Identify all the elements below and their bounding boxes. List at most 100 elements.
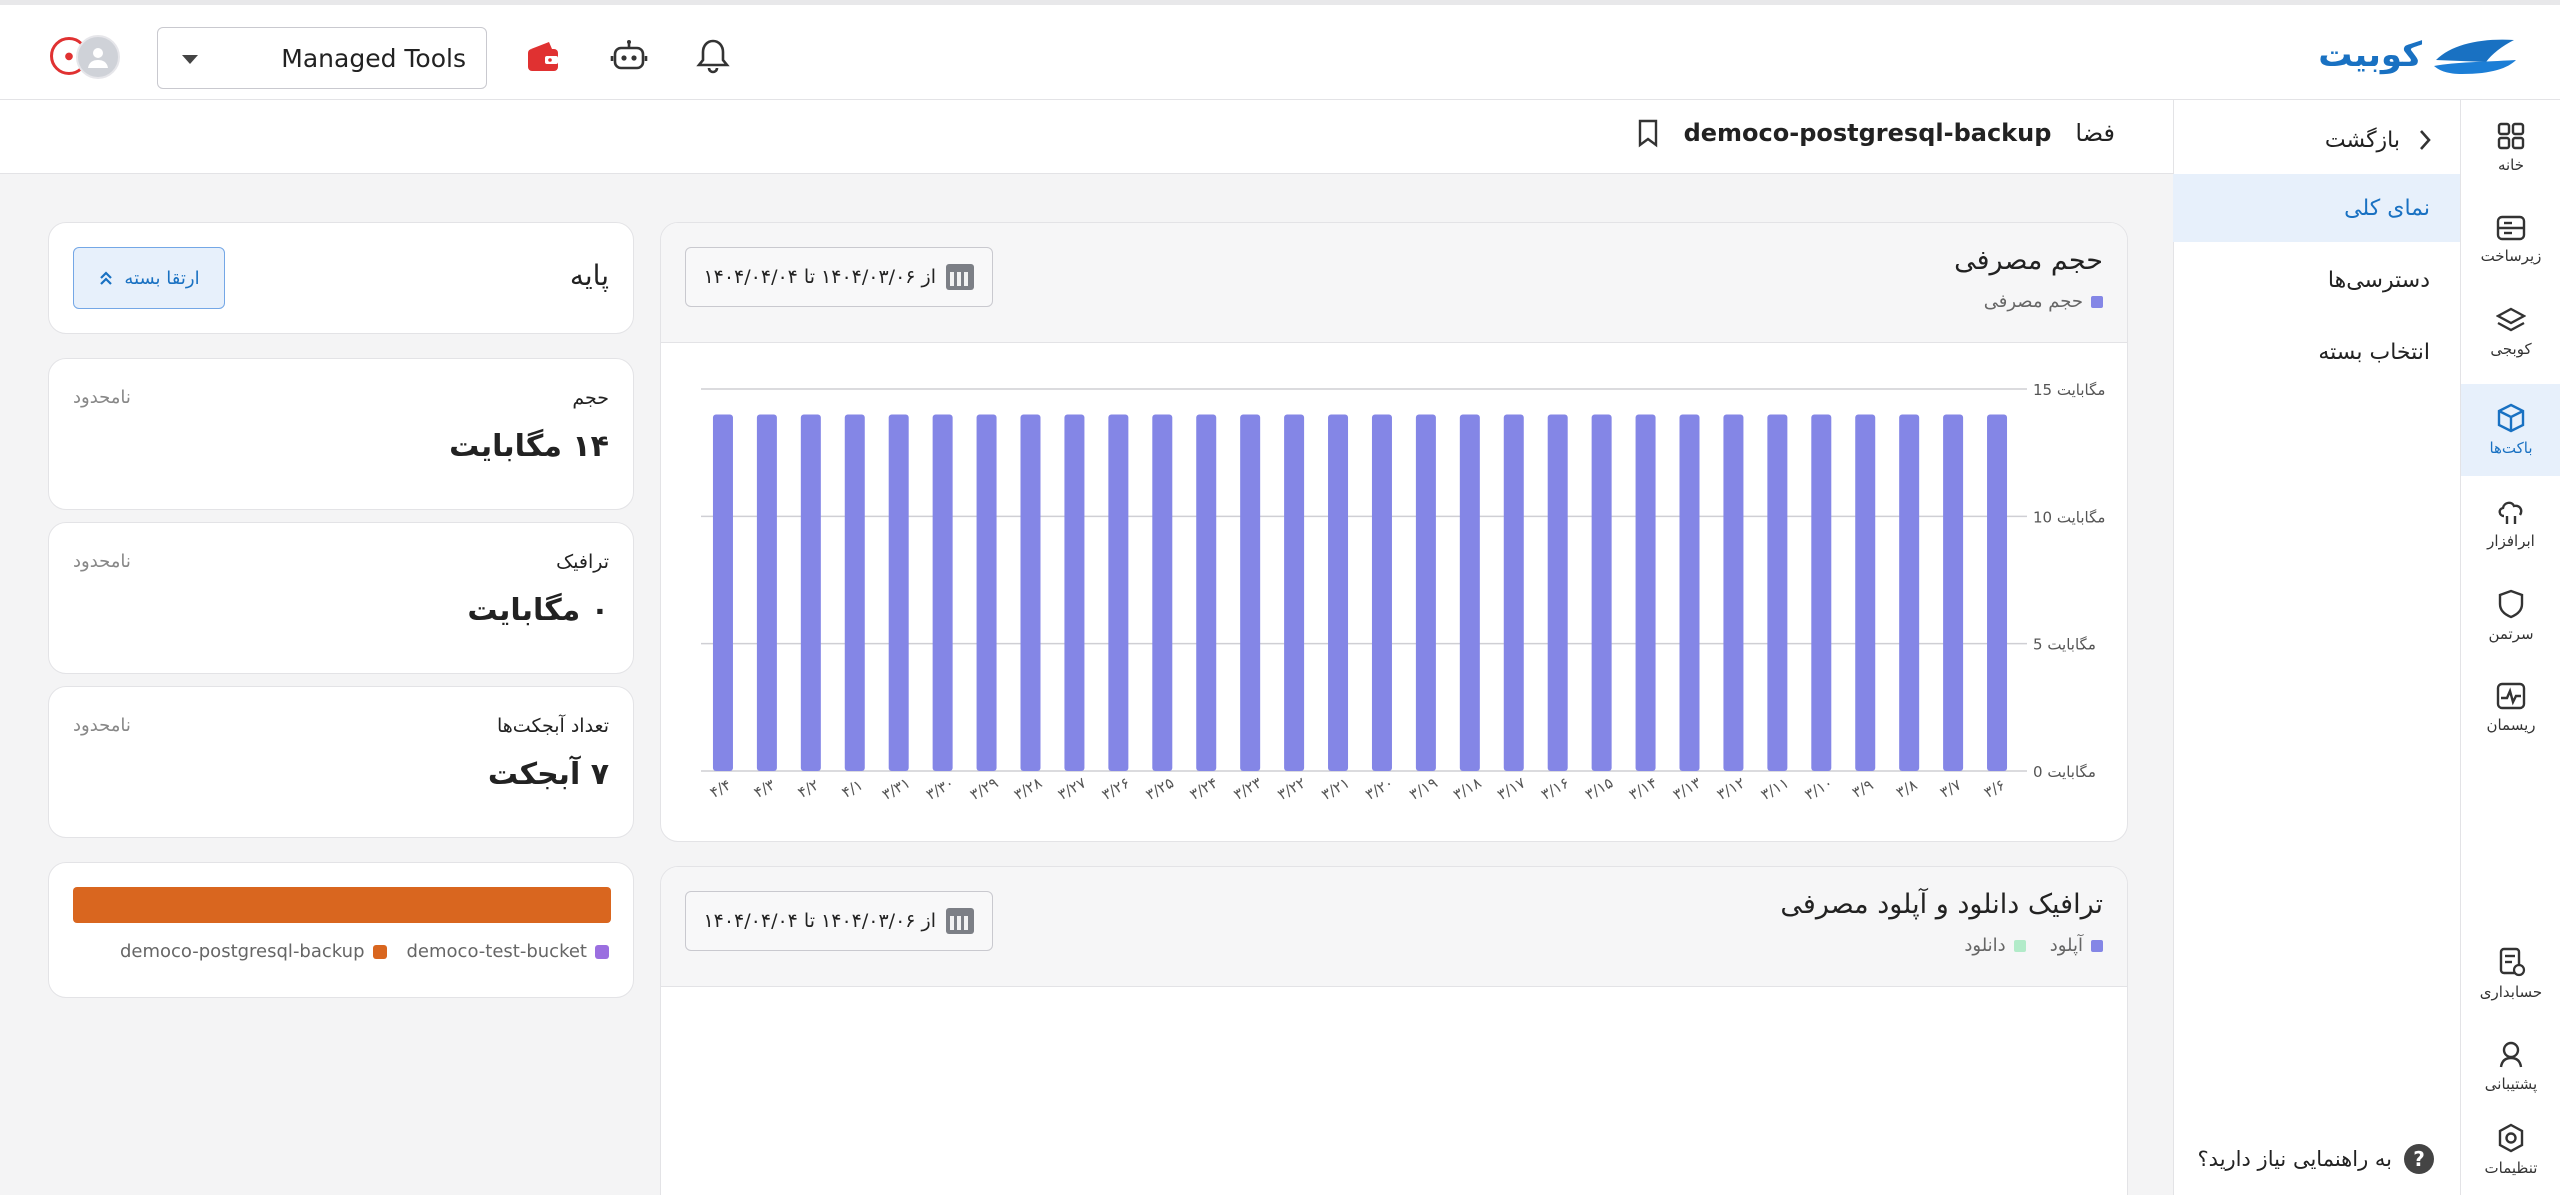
x-tick-label: ۳/۱۲ (1714, 774, 1748, 804)
x-tick-label: ۳/۱۸ (1450, 774, 1484, 804)
double-chevron-up-icon (100, 271, 113, 285)
legend-swatch (372, 944, 387, 959)
x-tick-label: ۳/۳۱ (879, 774, 913, 804)
user-icon (88, 48, 108, 68)
accounting-icon (2499, 947, 2526, 977)
breadcrumb-bar: فضا democo-postgresql-backup (0, 100, 2173, 174)
legend-label: دانلود (1964, 935, 2006, 956)
bar[interactable] (1196, 414, 1217, 771)
bar[interactable] (932, 414, 953, 771)
bar[interactable] (756, 414, 777, 771)
legend-item-upload[interactable]: آپلود (2050, 935, 2103, 956)
bar[interactable] (1679, 414, 1700, 771)
traffic-chart-legend: آپلود دانلود (1964, 935, 2103, 956)
rail-label: خانه (2497, 156, 2525, 174)
brand-logo[interactable]: کوبیت (2318, 29, 2518, 81)
bar[interactable] (1855, 414, 1876, 771)
breadcrumb-section: فضا (2075, 119, 2115, 147)
bar[interactable] (1635, 414, 1656, 771)
x-tick-label: ۳/۲۶ (1099, 774, 1133, 804)
bar[interactable] (1020, 414, 1041, 771)
info-title: تعداد آبجکت‌ها (497, 715, 609, 737)
nav-overview[interactable]: نمای کلی (2173, 174, 2460, 242)
bar[interactable] (976, 414, 997, 771)
notifications-bell-icon[interactable] (692, 35, 734, 77)
rail-label: ریسمان (2486, 716, 2536, 734)
wallet-icon[interactable] (522, 35, 564, 77)
nav-select-plan[interactable]: انتخاب بسته (2173, 318, 2460, 386)
rail-item-support[interactable]: پشتیبانی (2461, 1026, 2560, 1106)
calendar-icon (946, 264, 974, 290)
bar[interactable] (1459, 414, 1480, 771)
pulse-icon (2496, 682, 2526, 710)
usage-legend-item[interactable]: democo-test-bucket (407, 941, 609, 962)
rail-item-settings[interactable]: تنظیمات (2461, 1110, 2560, 1190)
rail-label: پشتیبانی (2484, 1075, 2538, 1093)
legend-label: democo-postgresql-backup (119, 941, 365, 962)
nav-access[interactable]: دسترسی‌ها (2173, 246, 2460, 314)
traffic-chart-header: ترافیک دانلود و آپلود مصرفی آپلود دانلود… (661, 867, 2127, 987)
bar[interactable] (1899, 414, 1920, 771)
bar[interactable] (844, 414, 865, 771)
legend-swatch (595, 944, 609, 959)
rail-label: زیرساخت (2480, 247, 2542, 265)
x-tick-label: ۳/۲۳ (1231, 774, 1265, 804)
legend-item[interactable]: حجم مصرفی (1984, 291, 2103, 312)
bar[interactable] (1240, 414, 1261, 771)
project-select[interactable]: Managed Tools (157, 27, 487, 89)
bar[interactable] (1547, 414, 1568, 771)
help-link[interactable]: ? به راهنمایی نیاز دارید؟ (2198, 1144, 2434, 1174)
robot-assistant-icon[interactable] (608, 35, 650, 77)
rail-item-risman[interactable]: ریسمان (2461, 668, 2560, 748)
bar[interactable] (1503, 414, 1524, 771)
bar[interactable] (1064, 414, 1085, 771)
bar[interactable] (1987, 414, 2008, 771)
legend-item-download[interactable]: دانلود (1964, 935, 2026, 956)
bar[interactable] (1415, 414, 1436, 771)
rail-item-accounting[interactable]: حسابداری (2461, 934, 2560, 1014)
x-tick-label: ۳/۱۹ (1406, 774, 1440, 804)
rail-item-sartaman[interactable]: سرتمن (2461, 576, 2560, 656)
bar[interactable] (1284, 414, 1305, 771)
bar[interactable] (712, 414, 733, 771)
bar[interactable] (888, 414, 909, 771)
legend-swatch (2013, 939, 2026, 952)
main-icon-rail: خانه زیرساخت کوبجی باکت‌ها ابرافزار سرتم… (2460, 100, 2560, 1195)
back-link[interactable]: بازگشت (2325, 122, 2432, 158)
rail-item-kubji[interactable]: کوبجی (2461, 292, 2560, 372)
bar[interactable] (1943, 414, 1964, 771)
bar[interactable] (1723, 414, 1744, 771)
x-tick-label: ۳/۲۹ (967, 774, 1001, 804)
x-tick-label: ۳/۱۵ (1582, 774, 1616, 804)
rail-item-buckets[interactable]: باکت‌ها (2461, 384, 2560, 476)
rail-label: حسابداری (2479, 983, 2543, 1001)
bar[interactable] (1767, 414, 1788, 771)
traffic-info-card: ترافیک نامحدود ۰ مگابایت (48, 522, 634, 674)
y-tick-label: 10 مگابایت (2033, 508, 2105, 526)
plan-name: پایه (569, 259, 609, 292)
help-label: به راهنمایی نیاز دارید؟ (2197, 1147, 2392, 1171)
x-tick-label: ۳/۸ (1893, 776, 1920, 802)
y-tick-label: 5 مگابایت (2033, 636, 2096, 654)
bar[interactable] (800, 414, 821, 771)
rail-item-home[interactable]: خانه (2461, 108, 2560, 188)
usage-legend-item[interactable]: democo-postgresql-backup (120, 941, 387, 962)
plan-card: پایه ارتقا بسته (48, 222, 634, 334)
traffic-date-range: از ۱۴۰۴/۰۳/۰۶ تا ۱۴۰۴/۰۴/۰۴ (703, 910, 936, 932)
bar[interactable] (1591, 414, 1612, 771)
rail-item-cloud-apps[interactable]: ابرافزار (2461, 484, 2560, 564)
bar[interactable] (1811, 414, 1832, 771)
x-tick-label: ۴/۳ (751, 776, 778, 802)
upgrade-plan-button[interactable]: ارتقا بسته (73, 247, 225, 309)
shield-icon (2498, 589, 2524, 619)
bar[interactable] (1152, 414, 1173, 771)
bar[interactable] (1108, 414, 1129, 771)
bookmark-icon[interactable] (1636, 118, 1660, 148)
rail-item-infrastructure[interactable]: زیرساخت (2461, 200, 2560, 280)
usage-bar[interactable] (73, 887, 611, 923)
storage-date-range-button[interactable]: از ۱۴۰۴/۰۳/۰۶ تا ۱۴۰۴/۰۴/۰۴ (685, 247, 993, 307)
bar[interactable] (1371, 414, 1392, 771)
bar[interactable] (1328, 414, 1349, 771)
user-avatar[interactable] (76, 35, 120, 79)
traffic-date-range-button[interactable]: از ۱۴۰۴/۰۳/۰۶ تا ۱۴۰۴/۰۴/۰۴ (685, 891, 993, 951)
